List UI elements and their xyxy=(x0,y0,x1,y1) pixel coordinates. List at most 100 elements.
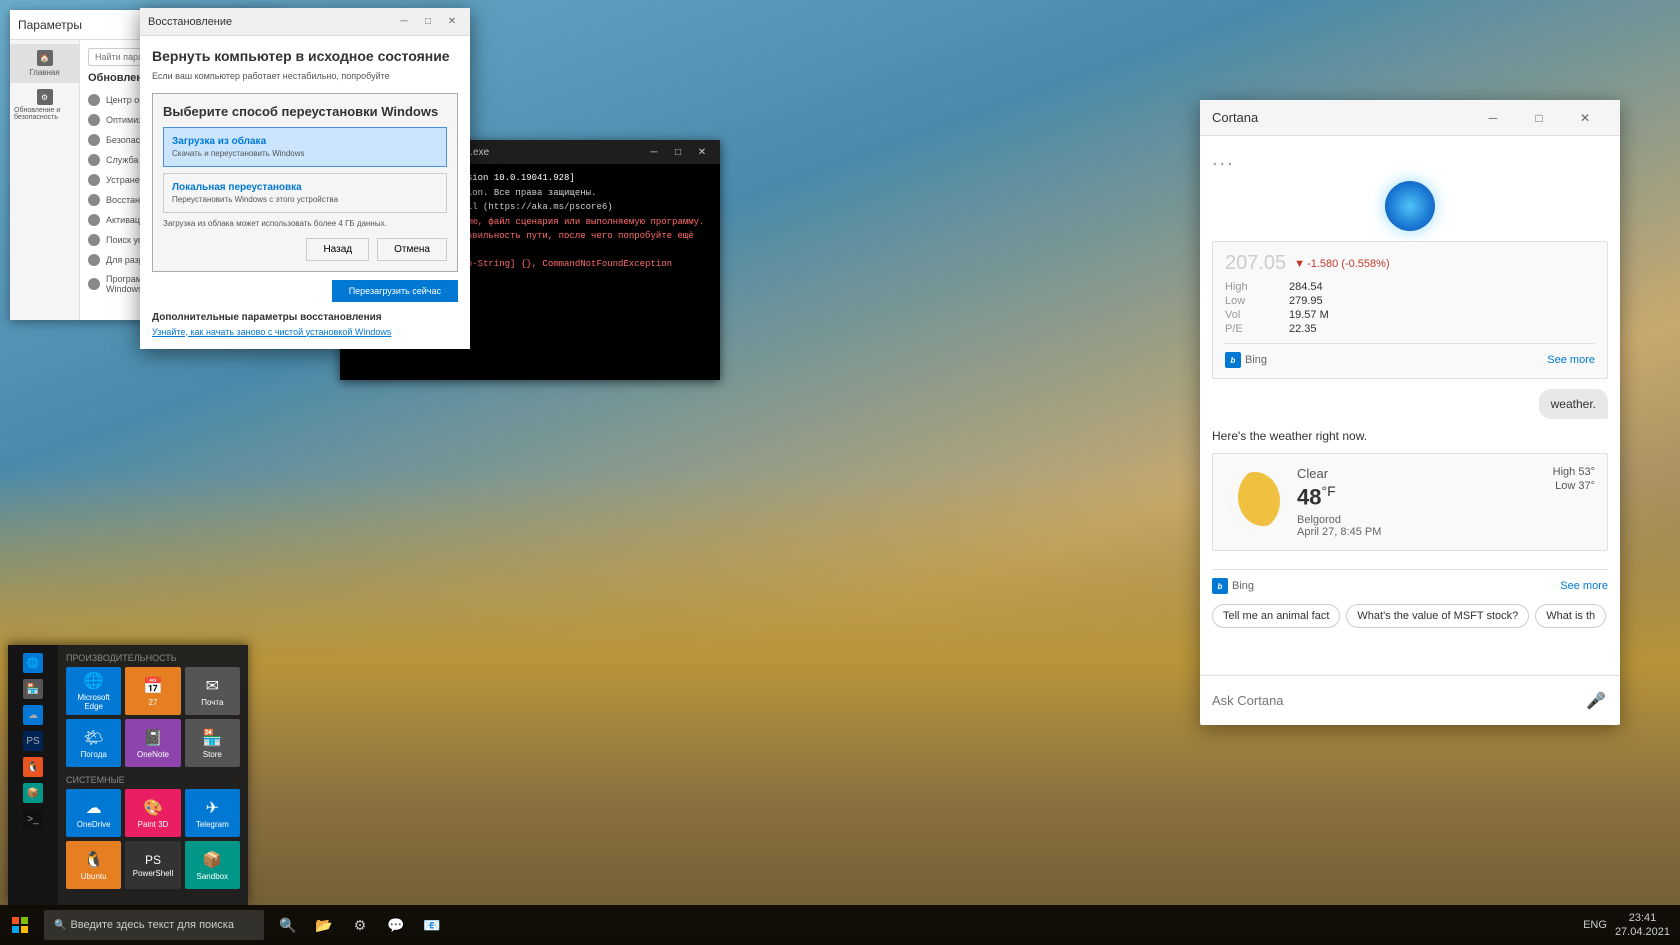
tile-telegram-icon: ✈ xyxy=(206,798,219,818)
taskbar-date: 27.04.2021 xyxy=(1615,925,1670,939)
recovery-minimize-btn[interactable]: ─ xyxy=(394,12,414,32)
tile-store[interactable]: 🏪 Store xyxy=(185,719,240,767)
recovery-restart-btn[interactable]: Перезагрузить сейчас xyxy=(332,280,458,302)
stock-pe-label: P/E xyxy=(1225,323,1285,335)
developer-icon xyxy=(88,254,100,266)
recovery-cancel-btn[interactable]: Отмена xyxy=(377,238,447,261)
cortana-win-controls: ─ □ ✕ xyxy=(1470,100,1608,136)
taskbar-search-box[interactable]: 🔍 Введите здесь текст для поиска xyxy=(44,910,264,940)
weather-moon-icon xyxy=(1225,466,1285,536)
start-sandbox-icon[interactable]: 📦 xyxy=(15,783,51,803)
recovery-win-controls: ─ □ ✕ xyxy=(394,12,462,32)
tiles-grid-system: ☁ OneDrive 🎨 Paint 3D ✈ Telegram 🐧 Ubunt… xyxy=(66,789,240,889)
taskbar-search-icon: 🔍 xyxy=(54,920,66,931)
recovery-maximize-btn[interactable]: □ xyxy=(418,12,438,32)
tile-onenote[interactable]: 📓 OneNote xyxy=(125,719,180,767)
recovery-back-btn[interactable]: Назад xyxy=(306,238,369,261)
tile-calendar[interactable]: 📅 27 xyxy=(125,667,180,715)
find-device-icon xyxy=(88,234,100,246)
taskbar-icon-4[interactable]: 💬 xyxy=(380,909,412,941)
taskbar-icon-3[interactable]: ⚙ xyxy=(344,909,376,941)
tile-ubuntu-label: Ubuntu xyxy=(81,872,107,881)
cortana-spinner xyxy=(1385,181,1435,231)
powershell-icon: PS xyxy=(23,731,43,751)
tile-edge[interactable]: 🌐 Microsoft Edge xyxy=(66,667,121,715)
cortana-mic-icon[interactable]: 🎤 xyxy=(1584,689,1608,713)
store-icon: 🏪 xyxy=(23,679,43,699)
terminal-minimize-btn[interactable]: ─ xyxy=(644,142,664,162)
tile-ubuntu-icon: 🐧 xyxy=(84,850,104,870)
down-arrow-icon: ▼ xyxy=(1294,258,1305,270)
recovery-titlebar: Восстановление ─ □ ✕ xyxy=(140,8,470,36)
start-terminal-icon[interactable]: >_ xyxy=(15,809,51,829)
cortana-maximize-btn[interactable]: □ xyxy=(1516,100,1562,136)
suggestion-chip-3[interactable]: What is th xyxy=(1535,604,1606,628)
update-icon: ⚙ xyxy=(37,89,53,105)
delivery-icon xyxy=(88,114,100,126)
sidebar-home-label: Главная xyxy=(29,68,59,77)
taskbar-search-placeholder: Введите здесь текст для поиска xyxy=(70,919,234,931)
start-store-icon[interactable]: 🏪 xyxy=(15,679,51,699)
recovery-window: Восстановление ─ □ ✕ Вернуть компьютер в… xyxy=(140,8,470,349)
start-powershell-icon[interactable]: PS xyxy=(15,731,51,751)
taskbar-icon-2[interactable]: 📂 xyxy=(308,909,340,941)
tile-weather-icon: 🌤 xyxy=(84,728,104,748)
stock-price: 207.05 xyxy=(1225,252,1286,275)
weather-info: Clear 48°F Belgorod April 27, 8:45 PM xyxy=(1297,466,1541,538)
taskbar-icon-5[interactable]: 📧 xyxy=(416,909,448,941)
tile-calendar-icon: 📅 xyxy=(143,676,163,696)
start-button[interactable] xyxy=(0,905,40,945)
terminal-maximize-btn[interactable]: □ xyxy=(668,142,688,162)
taskbar-clock: 23:41 27.04.2021 xyxy=(1615,911,1670,940)
sidebar-item-home[interactable]: 🏠 Главная xyxy=(10,44,79,83)
weather-bing-label: Bing xyxy=(1232,580,1254,592)
weather-bing-icon: b xyxy=(1212,578,1228,594)
tile-telegram[interactable]: ✈ Telegram xyxy=(185,789,240,837)
tile-weather[interactable]: 🌤 Погода xyxy=(66,719,121,767)
taskbar-icon-1[interactable]: 🔍 xyxy=(272,909,304,941)
backup-icon xyxy=(88,154,100,166)
weather-bing-brand: b Bing xyxy=(1212,578,1254,594)
cortana-input-bar: 🎤 xyxy=(1200,675,1620,725)
tile-onedrive-icon: ☁ xyxy=(86,798,102,818)
stock-see-more[interactable]: See more xyxy=(1547,354,1595,366)
taskbar-time: 23:41 xyxy=(1615,911,1670,925)
tile-sandbox[interactable]: 📦 Sandbox xyxy=(185,841,240,889)
tile-mail-label: Почта xyxy=(201,698,223,707)
cortana-minimize-btn[interactable]: ─ xyxy=(1470,100,1516,136)
start-ubuntu-icon[interactable]: 🐧 xyxy=(15,757,51,777)
tile-mail[interactable]: ✉ Почта xyxy=(185,667,240,715)
taskbar-pinned-icons: 🔍 📂 ⚙ 💬 📧 xyxy=(272,909,448,941)
weather-card: Clear 48°F Belgorod April 27, 8:45 PM Hi… xyxy=(1212,453,1608,551)
recovery-option-cloud[interactable]: Загрузка из облака Скачать и переустанов… xyxy=(163,127,447,167)
tile-paint3d[interactable]: 🎨 Paint 3D xyxy=(125,789,180,837)
start-onedrive-icon[interactable]: ☁ xyxy=(15,705,51,725)
tile-ubuntu[interactable]: 🐧 Ubuntu xyxy=(66,841,121,889)
cortana-close-btn[interactable]: ✕ xyxy=(1562,100,1608,136)
terminal-close-btn[interactable]: ✕ xyxy=(692,142,712,162)
windows-update-icon xyxy=(88,94,100,106)
tile-onedrive[interactable]: ☁ OneDrive xyxy=(66,789,121,837)
weather-temp: 48°F xyxy=(1297,483,1541,510)
terminal-win-controls: ─ □ ✕ xyxy=(644,142,712,162)
suggestion-chip-2[interactable]: What's the value of MSFT stock? xyxy=(1346,604,1529,628)
clean-install-link[interactable]: Узнайте, как начать заново с чистой уста… xyxy=(152,327,458,337)
taskbar: 🔍 Введите здесь текст для поиска 🔍 📂 ⚙ 💬… xyxy=(0,905,1680,945)
recovery-title-text: Восстановление xyxy=(148,16,232,28)
tile-powershell[interactable]: PS PowerShell xyxy=(125,841,180,889)
sidebar-item-update[interactable]: ⚙ Обновление и безопасность xyxy=(10,83,79,127)
start-edge-icon[interactable]: 🌐 xyxy=(15,653,51,673)
settings-title: Параметры xyxy=(18,18,82,32)
tile-store-icon: 🏪 xyxy=(202,728,222,748)
bing-label: Bing xyxy=(1245,354,1267,366)
moon-shape xyxy=(1230,472,1280,530)
weather-see-more[interactable]: See more xyxy=(1560,580,1608,592)
tile-edge-icon: 🌐 xyxy=(84,671,104,691)
bing-icon: b xyxy=(1225,352,1241,368)
recovery-close-btn[interactable]: ✕ xyxy=(442,12,462,32)
ubuntu-icon: 🐧 xyxy=(23,757,43,777)
suggestion-chip-1[interactable]: Tell me an animal fact xyxy=(1212,604,1340,628)
cortana-input-field[interactable] xyxy=(1212,693,1576,708)
recovery-option-local[interactable]: Локальная переустановка Переустановить W… xyxy=(163,173,447,213)
stock-pe-value: 22.35 xyxy=(1289,323,1595,335)
